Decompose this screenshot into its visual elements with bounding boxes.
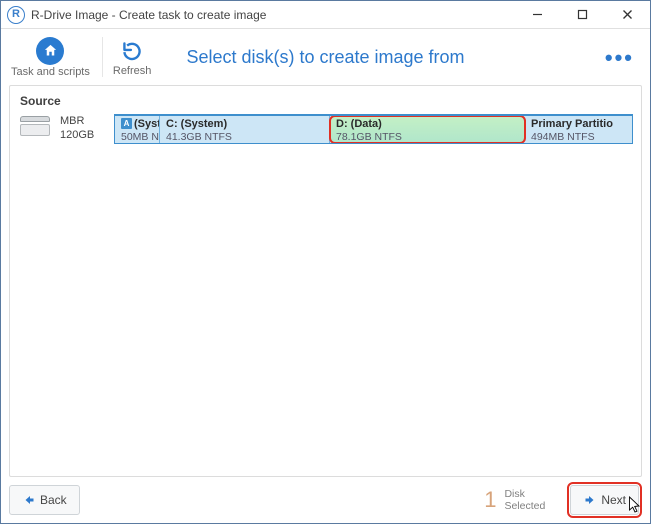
- footer: Back 1 Disk Selected Next: [9, 483, 642, 517]
- app-icon: R: [7, 6, 25, 24]
- more-button[interactable]: •••: [599, 50, 640, 65]
- partition-p3[interactable]: Primary Partitio494MB NTFS: [525, 116, 620, 143]
- back-button[interactable]: Back: [9, 485, 80, 515]
- next-label: Next: [601, 493, 626, 507]
- disk-row: MBR 120GB A(Syst50MB NTC: (System)41.3GB…: [18, 114, 633, 144]
- partition-name: Primary Partitio: [531, 118, 614, 131]
- disk-info: MBR 120GB: [60, 114, 114, 143]
- app-icon-letter: R: [12, 9, 20, 20]
- partition-p1[interactable]: C: (System)41.3GB NTFS: [160, 116, 330, 143]
- partition-name: A(Syst: [121, 118, 153, 131]
- toolbar: Task and scripts Refresh Select disk(s) …: [1, 29, 650, 81]
- partition-name: D: (Data): [336, 118, 518, 131]
- partition-p2[interactable]: D: (Data)78.1GB NTFS: [330, 116, 525, 143]
- partition-subtext: 494MB NTFS: [531, 131, 614, 143]
- window-title: R-Drive Image - Create task to create im…: [31, 8, 266, 22]
- status-selected: 1 Disk Selected: [474, 485, 557, 515]
- refresh-icon: [119, 38, 145, 64]
- refresh-button[interactable]: Refresh: [113, 38, 152, 77]
- partition-subtext: 78.1GB NTFS: [336, 131, 518, 143]
- status-text: Disk Selected: [504, 488, 545, 512]
- tasks-and-scripts-button[interactable]: Task and scripts: [11, 37, 90, 78]
- window-controls: [515, 1, 650, 29]
- disk-icon: [20, 116, 52, 138]
- minimize-button[interactable]: [515, 1, 560, 29]
- maximize-button[interactable]: [560, 1, 605, 29]
- titlebar: R R-Drive Image - Create task to create …: [1, 1, 650, 29]
- back-label: Back: [40, 493, 67, 507]
- arrow-right-icon: [583, 494, 597, 506]
- source-section-label: Source: [20, 94, 633, 108]
- partition-subtext: 41.3GB NTFS: [166, 131, 323, 143]
- toolbar-divider: [102, 37, 103, 77]
- home-icon: [36, 37, 64, 65]
- status-count: 1: [484, 489, 496, 511]
- cursor-icon: [628, 496, 641, 519]
- disk-size: 120GB: [60, 128, 114, 142]
- main-panel: Source MBR 120GB A(Syst50MB NTC: (System…: [9, 85, 642, 477]
- disk-type: MBR: [60, 114, 114, 128]
- partition-strip: A(Syst50MB NTC: (System)41.3GB NTFSD: (D…: [114, 114, 633, 144]
- close-button[interactable]: [605, 1, 650, 29]
- page-title: Select disk(s) to create image from: [1, 47, 650, 68]
- tasks-label: Task and scripts: [11, 66, 90, 78]
- refresh-label: Refresh: [113, 65, 152, 77]
- partition-p0[interactable]: A(Syst50MB NT: [115, 116, 160, 143]
- partition-flag-icon: A: [121, 118, 132, 129]
- partition-name: C: (System): [166, 118, 323, 131]
- partition-subtext: 50MB NT: [121, 131, 153, 143]
- arrow-left-icon: [22, 494, 36, 506]
